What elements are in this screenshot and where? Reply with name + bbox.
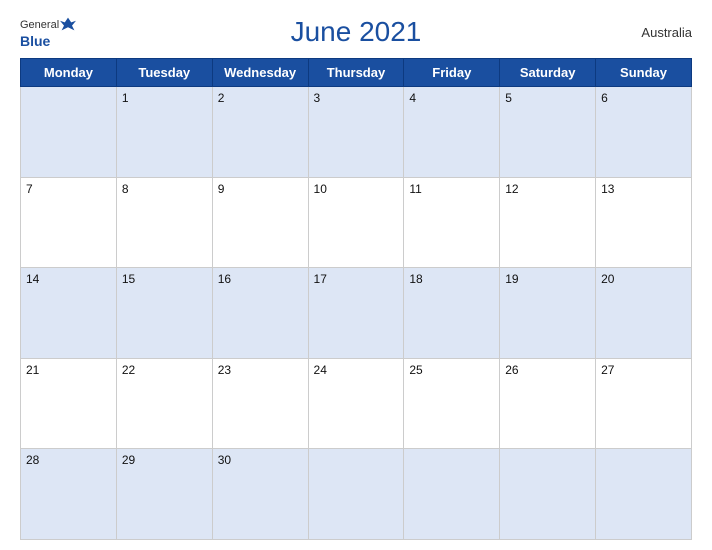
- day-number: 17: [314, 272, 327, 286]
- day-number: 28: [26, 453, 39, 467]
- calendar-cell: 19: [500, 268, 596, 359]
- day-number: 24: [314, 363, 327, 377]
- day-number: 19: [505, 272, 518, 286]
- dow-header-friday: Friday: [404, 59, 500, 87]
- country-label: Australia: [641, 25, 692, 40]
- day-number: 29: [122, 453, 135, 467]
- day-number: 20: [601, 272, 614, 286]
- day-number: 27: [601, 363, 614, 377]
- calendar-cell: [500, 449, 596, 540]
- dow-header-monday: Monday: [21, 59, 117, 87]
- calendar-cell: 24: [308, 358, 404, 449]
- calendar-cell: 22: [116, 358, 212, 449]
- calendar-week-2: 7 8 9 10 11 12 13: [21, 177, 692, 268]
- calendar-cell: 17: [308, 268, 404, 359]
- day-number: 22: [122, 363, 135, 377]
- day-number: 23: [218, 363, 231, 377]
- calendar-cell: [21, 87, 117, 178]
- day-number: 2: [218, 91, 225, 105]
- day-number: 7: [26, 182, 33, 196]
- day-number: 15: [122, 272, 135, 286]
- calendar-cell: [308, 449, 404, 540]
- calendar-cell: 6: [596, 87, 692, 178]
- day-number: 1: [122, 91, 129, 105]
- dow-header-sunday: Sunday: [596, 59, 692, 87]
- calendar-cell: 3: [308, 87, 404, 178]
- calendar-week-3: 14 15 16 17 18 19 20: [21, 268, 692, 359]
- calendar-cell: 13: [596, 177, 692, 268]
- day-number: 6: [601, 91, 608, 105]
- day-number: 14: [26, 272, 39, 286]
- calendar-header-row: MondayTuesdayWednesdayThursdayFridaySatu…: [21, 59, 692, 87]
- dow-header-thursday: Thursday: [308, 59, 404, 87]
- calendar-cell: 2: [212, 87, 308, 178]
- calendar-cell: 9: [212, 177, 308, 268]
- day-number: 5: [505, 91, 512, 105]
- calendar-table: MondayTuesdayWednesdayThursdayFridaySatu…: [20, 58, 692, 540]
- calendar-cell: 21: [21, 358, 117, 449]
- logo: General Blue: [20, 15, 76, 49]
- day-number: 26: [505, 363, 518, 377]
- day-number: 3: [314, 91, 321, 105]
- calendar-cell: 23: [212, 358, 308, 449]
- calendar-cell: 11: [404, 177, 500, 268]
- logo-blue-text: Blue: [20, 33, 50, 49]
- calendar-cell: 1: [116, 87, 212, 178]
- calendar-cell: 27: [596, 358, 692, 449]
- calendar-cell: 18: [404, 268, 500, 359]
- calendar-cell: 25: [404, 358, 500, 449]
- calendar-cell: 4: [404, 87, 500, 178]
- calendar-cell: 10: [308, 177, 404, 268]
- calendar-cell: 14: [21, 268, 117, 359]
- day-number: 12: [505, 182, 518, 196]
- calendar-cell: 15: [116, 268, 212, 359]
- page-title: June 2021: [291, 16, 422, 48]
- dow-header-wednesday: Wednesday: [212, 59, 308, 87]
- day-number: 10: [314, 182, 327, 196]
- day-number: 16: [218, 272, 231, 286]
- day-number: 11: [409, 182, 421, 196]
- day-number: 13: [601, 182, 614, 196]
- day-number: 30: [218, 453, 231, 467]
- day-number: 25: [409, 363, 422, 377]
- calendar-body: 1234567891011121314151617181920212223242…: [21, 87, 692, 540]
- calendar-header: General Blue June 2021 Australia: [20, 10, 692, 48]
- dow-header-tuesday: Tuesday: [116, 59, 212, 87]
- calendar-cell: 30: [212, 449, 308, 540]
- calendar-week-1: 1 2 3 4 5 6: [21, 87, 692, 178]
- logo-general-text: General: [20, 15, 76, 33]
- calendar-week-4: 21 22 23 24 25 26 27: [21, 358, 692, 449]
- calendar-cell: 28: [21, 449, 117, 540]
- calendar-cell: 16: [212, 268, 308, 359]
- calendar-cell: 5: [500, 87, 596, 178]
- calendar-cell: 8: [116, 177, 212, 268]
- day-number: 18: [409, 272, 422, 286]
- calendar-cell: 7: [21, 177, 117, 268]
- day-number: 4: [409, 91, 416, 105]
- logo-bird-icon: [60, 16, 76, 32]
- calendar-cell: 26: [500, 358, 596, 449]
- day-number: 8: [122, 182, 129, 196]
- day-number: 21: [26, 363, 39, 377]
- dow-header-saturday: Saturday: [500, 59, 596, 87]
- day-number: 9: [218, 182, 225, 196]
- calendar-cell: [404, 449, 500, 540]
- calendar-week-5: 28 29 30: [21, 449, 692, 540]
- calendar-cell: [596, 449, 692, 540]
- calendar-cell: 12: [500, 177, 596, 268]
- calendar-cell: 29: [116, 449, 212, 540]
- calendar-cell: 20: [596, 268, 692, 359]
